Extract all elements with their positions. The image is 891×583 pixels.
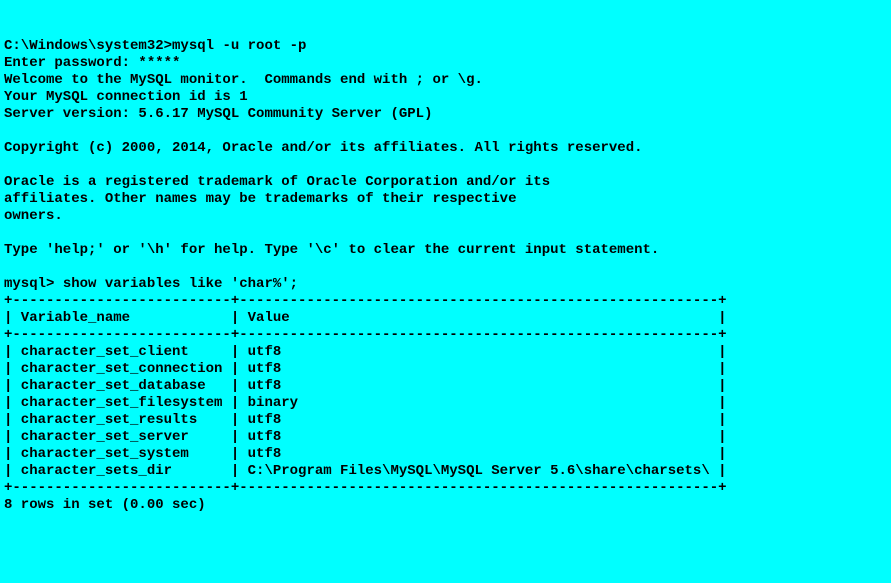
table-row: | character_set_system | utf8 | xyxy=(4,446,727,462)
table-row: | character_sets_dir | C:\Program Files\… xyxy=(4,463,727,479)
sql-command: show variables like 'char%'; xyxy=(63,276,298,292)
terminal-output[interactable]: C:\Windows\system32>mysql -u root -p Ent… xyxy=(4,38,887,514)
command-input: mysql -u root -p xyxy=(172,38,306,54)
shell-prompt: C:\Windows\system32> xyxy=(4,38,172,54)
table-row: | character_set_results | utf8 | xyxy=(4,412,727,428)
connection-id-line: Your MySQL connection id is 1 xyxy=(4,89,248,105)
table-border: +--------------------------+------------… xyxy=(4,480,727,496)
help-line: Type 'help;' or '\h' for help. Type '\c'… xyxy=(4,242,659,258)
table-border: +--------------------------+------------… xyxy=(4,327,727,343)
mysql-prompt: mysql> xyxy=(4,276,63,292)
password-mask: ***** xyxy=(138,55,180,71)
trademark-line: affiliates. Other names may be trademark… xyxy=(4,191,516,207)
trademark-line: Oracle is a registered trademark of Orac… xyxy=(4,174,550,190)
table-row: | character_set_server | utf8 | xyxy=(4,429,727,445)
table-row: | character_set_connection | utf8 | xyxy=(4,361,727,377)
table-border: +--------------------------+------------… xyxy=(4,293,727,309)
table-row: | character_set_filesystem | binary | xyxy=(4,395,727,411)
result-count-line: 8 rows in set (0.00 sec) xyxy=(4,497,206,513)
table-header: | Variable_name | Value | xyxy=(4,310,727,326)
password-prompt: Enter password: xyxy=(4,55,138,71)
table-row: | character_set_client | utf8 | xyxy=(4,344,727,360)
trademark-line: owners. xyxy=(4,208,63,224)
server-version-line: Server version: 5.6.17 MySQL Community S… xyxy=(4,106,432,122)
welcome-line: Welcome to the MySQL monitor. Commands e… xyxy=(4,72,483,88)
table-row: | character_set_database | utf8 | xyxy=(4,378,727,394)
copyright-line: Copyright (c) 2000, 2014, Oracle and/or … xyxy=(4,140,643,156)
